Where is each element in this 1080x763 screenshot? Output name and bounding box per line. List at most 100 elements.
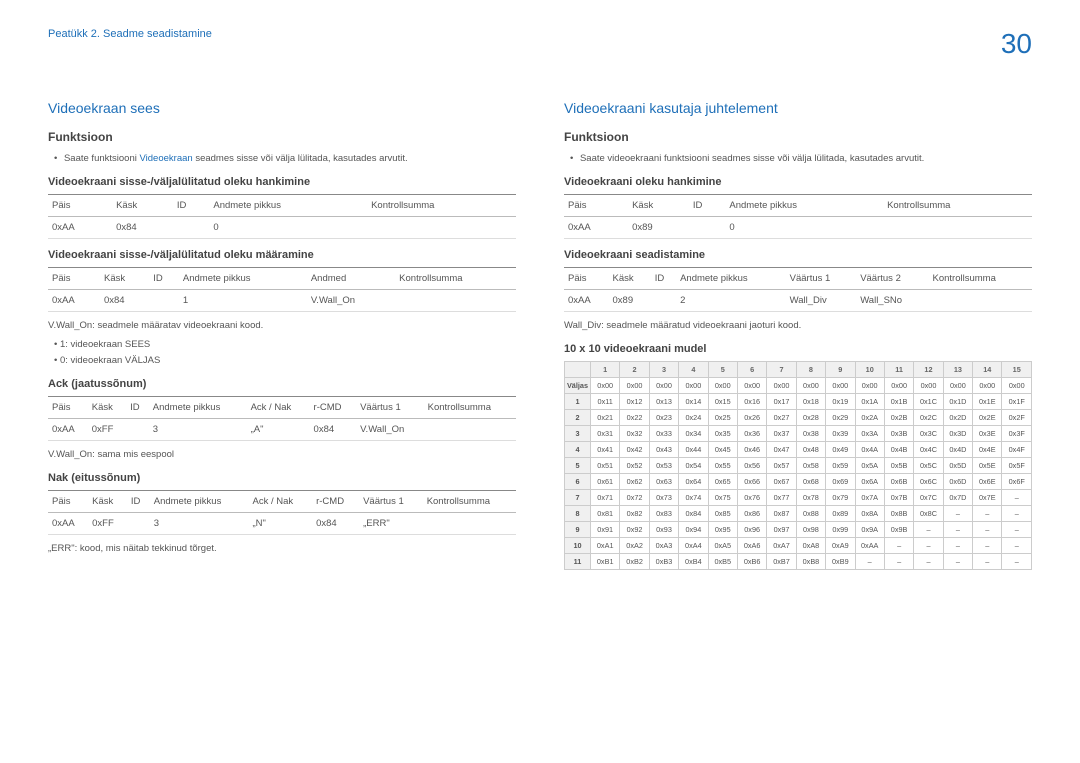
- grid-cell: –: [943, 506, 972, 522]
- table-right-2: PäisKäskIDAndmete pikkusVäärtus 1Väärtus…: [564, 267, 1032, 312]
- table-header: r-CMD: [312, 491, 359, 513]
- grid-row-header: 11: [565, 554, 591, 570]
- grid-cell: –: [973, 522, 1002, 538]
- grid-cell: 0x12: [620, 394, 649, 410]
- grid-cell: 0x4F: [1002, 442, 1032, 458]
- grid-cell: 0x4D: [943, 442, 972, 458]
- grid-cell: 0x83: [649, 506, 678, 522]
- grid-cell: 0x1F: [1002, 394, 1032, 410]
- note-sub: • 1: videoekraan SEES: [54, 337, 516, 352]
- grid-row-header: 9: [565, 522, 591, 538]
- grid-cell: 0x8A: [855, 506, 884, 522]
- table-cell: [929, 290, 1033, 312]
- grid-cell: 0x6B: [884, 474, 913, 490]
- table-cell: 0x84: [310, 418, 357, 440]
- grid-cell: 0x36: [737, 426, 766, 442]
- table-cell: 0x84: [112, 217, 173, 239]
- table-cell: [126, 418, 149, 440]
- grid-cell: 0x9A: [855, 522, 884, 538]
- table-header: Käsk: [609, 268, 651, 290]
- table-left-1: PäisKäskIDAndmete pikkusKontrollsumma0xA…: [48, 194, 516, 239]
- grid-cell: 0x66: [737, 474, 766, 490]
- grid-cell: 0x99: [826, 522, 855, 538]
- grid-cell: 0x26: [737, 410, 766, 426]
- grid-cell: 0xB3: [649, 554, 678, 570]
- grid-cell: 0x94: [679, 522, 708, 538]
- grid-cell: 0x2A: [855, 410, 884, 426]
- grid-cell: 0x43: [649, 442, 678, 458]
- table-cell: 1: [179, 290, 307, 312]
- table-cell: 0xAA: [48, 418, 88, 440]
- grid-cell: 0x46: [737, 442, 766, 458]
- table-header: Päis: [564, 268, 609, 290]
- grid-cell: 0x7C: [914, 490, 943, 506]
- grid-cell: 0x79: [826, 490, 855, 506]
- grid-cell: 0x6C: [914, 474, 943, 490]
- grid-cell: 0x24: [679, 410, 708, 426]
- sub-heading: Nak (eitussõnum): [48, 472, 516, 484]
- grid-cell: 0x00: [884, 378, 913, 394]
- table-left-4: PäisKäskIDAndmete pikkusAck / Nakr-CMDVä…: [48, 490, 516, 535]
- grid-cell: 0x35: [708, 426, 737, 442]
- grid-cell: 0x31: [591, 426, 620, 442]
- grid-cell: 0x62: [620, 474, 649, 490]
- grid-cell: 0x3C: [914, 426, 943, 442]
- grid-cell: 0x73: [649, 490, 678, 506]
- grid-cell: 0x00: [649, 378, 678, 394]
- grid-cell: 0xA8: [796, 538, 825, 554]
- table-header: Käsk: [628, 195, 689, 217]
- grid-cell: 0x32: [620, 426, 649, 442]
- table-cell: 0: [725, 217, 883, 239]
- grid-cell: 0x55: [708, 458, 737, 474]
- grid-cell: –: [943, 554, 972, 570]
- grid-row-header: 1: [565, 394, 591, 410]
- grid-cell: 0x39: [826, 426, 855, 442]
- table-cell: 2: [676, 290, 786, 312]
- sub-heading: Videoekraani sisse-/väljalülitatud oleku…: [48, 249, 516, 261]
- grid-cell: 0x27: [767, 410, 796, 426]
- grid-cell: 0x63: [649, 474, 678, 490]
- grid-row-header: 2: [565, 410, 591, 426]
- grid-col-header: 11: [884, 362, 913, 378]
- sub-heading: Videoekraani sisse-/väljalülitatud oleku…: [48, 176, 516, 188]
- grid-cell: –: [914, 538, 943, 554]
- table-cell: [883, 217, 1032, 239]
- grid-cell: 0x3B: [884, 426, 913, 442]
- grid-cell: 0xA3: [649, 538, 678, 554]
- page-number: 30: [1001, 28, 1032, 60]
- table-cell: 0: [209, 217, 367, 239]
- grid-col-header: 6: [737, 362, 766, 378]
- grid-cell: –: [855, 554, 884, 570]
- table-header: Käsk: [112, 195, 173, 217]
- table-header: r-CMD: [310, 396, 357, 418]
- grid-cell: 0x48: [796, 442, 825, 458]
- grid-cell: 0x5C: [914, 458, 943, 474]
- grid-col-header: 7: [767, 362, 796, 378]
- grid-table: 123456789101112131415Väljas0x000x000x000…: [564, 361, 1032, 570]
- grid-cell: 0x47: [767, 442, 796, 458]
- grid-cell: 0x51: [591, 458, 620, 474]
- grid-cell: 0x65: [708, 474, 737, 490]
- grid-cell: 0x87: [767, 506, 796, 522]
- grid-cell: 0x00: [767, 378, 796, 394]
- grid-cell: –: [884, 554, 913, 570]
- grid-cell: 0x22: [620, 410, 649, 426]
- table-cell: [395, 290, 516, 312]
- table-cell: 0xAA: [48, 290, 100, 312]
- table-cell: V.Wall_On: [356, 418, 424, 440]
- grid-cell: 0x75: [708, 490, 737, 506]
- grid-cell: 0x6A: [855, 474, 884, 490]
- grid-cell: 0x4C: [914, 442, 943, 458]
- grid-cell: 0xA1: [591, 538, 620, 554]
- grid-col-header: 12: [914, 362, 943, 378]
- grid-cell: 0x4B: [884, 442, 913, 458]
- grid-cell: 0x17: [767, 394, 796, 410]
- grid-cell: –: [943, 538, 972, 554]
- table-header: Kontrollsumma: [423, 491, 516, 513]
- grid-cell: 0xB2: [620, 554, 649, 570]
- grid-cell: –: [973, 554, 1002, 570]
- grid-col-header: 10: [855, 362, 884, 378]
- table-cell: [149, 290, 179, 312]
- table-header: ID: [651, 268, 676, 290]
- table-cell: [423, 513, 516, 535]
